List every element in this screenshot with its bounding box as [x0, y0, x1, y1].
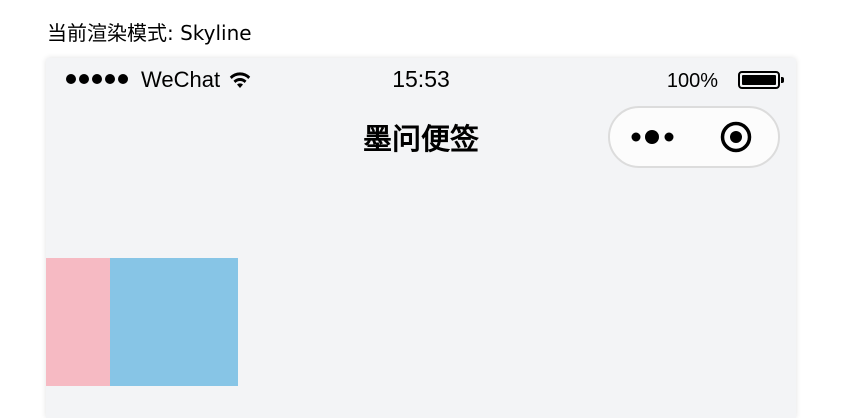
battery-fill	[742, 75, 776, 85]
render-mode-label: 当前渲染模式: Skyline	[47, 21, 252, 45]
more-button[interactable]	[610, 108, 696, 166]
pink-block	[46, 258, 110, 386]
navigation-bar: 墨问便签	[46, 102, 796, 178]
capsule-menu	[608, 106, 780, 168]
phone-frame: WeChat 15:53 100% 墨问便签	[46, 58, 796, 418]
close-button[interactable]	[696, 108, 780, 166]
more-dots-icon	[631, 130, 674, 144]
target-circle-icon	[720, 121, 752, 153]
blue-block	[110, 258, 238, 386]
status-bar: WeChat 15:53 100%	[46, 58, 796, 102]
battery-percent: 100%	[666, 70, 718, 92]
battery-icon	[738, 71, 784, 89]
